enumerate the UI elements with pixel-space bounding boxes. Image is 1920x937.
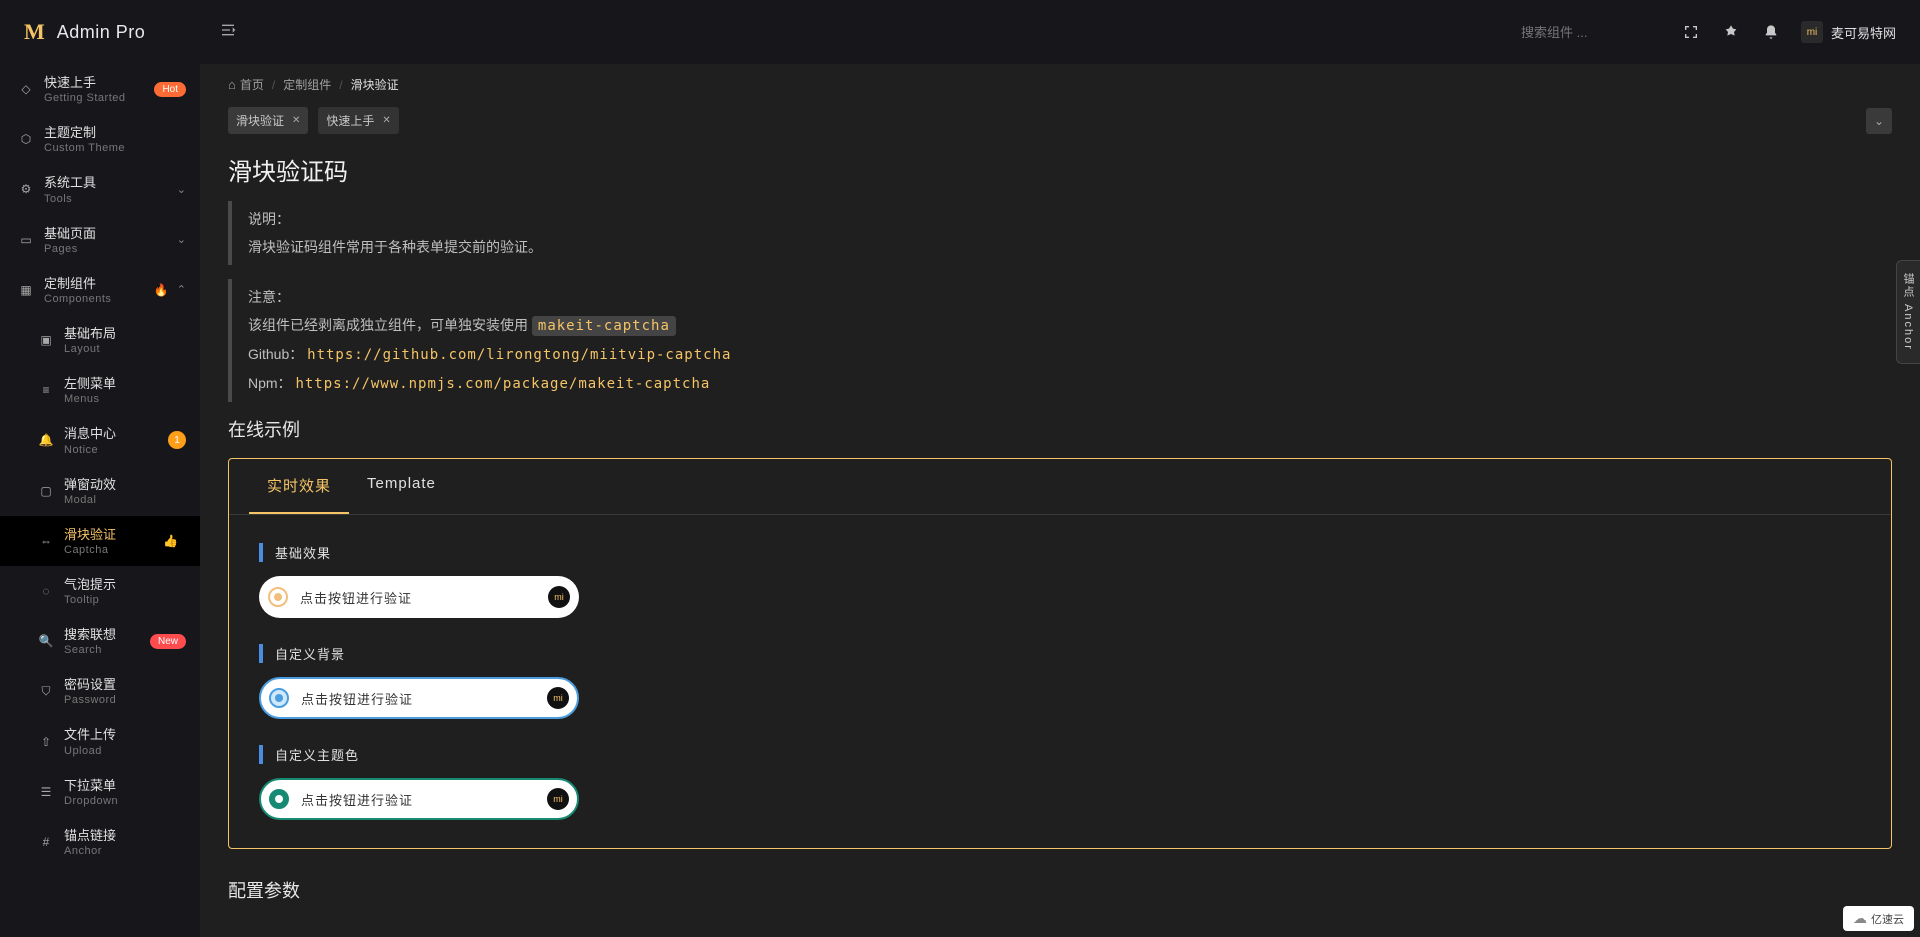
tab-expand-button[interactable]: ⌄ xyxy=(1866,108,1892,134)
sidebar-item-layout[interactable]: ▣ 基础布局 Layout xyxy=(0,315,200,365)
tab-template[interactable]: Template xyxy=(349,459,454,514)
radar-icon xyxy=(269,688,289,708)
rocket-icon: ◇ xyxy=(18,82,34,96)
sidebar-item-captcha[interactable]: ⇔ 滑块验证 Captcha 👍 xyxy=(0,516,200,566)
sidebar-item-search[interactable]: 🔍 搜索联想 Search New xyxy=(0,616,200,666)
tab-start[interactable]: 快速上手 ✕ xyxy=(318,107,398,134)
sidebar-item-notice[interactable]: 🔔 消息中心 Notice 1 xyxy=(0,415,200,465)
mi-logo-icon: mi xyxy=(548,586,570,608)
code-chip: makeit-captcha xyxy=(532,316,676,336)
demo-body: 基础效果 点击按钮进行验证 mi 自定义背景 点击按钮进行验证 mi 自定义主题… xyxy=(229,515,1891,848)
breadcrumb: ⌂ 首页 / 定制组件 / 滑块验证 xyxy=(200,64,1920,105)
main-content: ⌂ 首页 / 定制组件 / 滑块验证 滑块验证 ✕ 快速上手 ✕ ⌄ 滑块验证码… xyxy=(200,64,1920,937)
header: M Admin Pro mi 麦可易特网 xyxy=(0,0,1920,64)
radar-icon xyxy=(269,789,289,809)
tab-captcha[interactable]: 滑块验证 ✕ xyxy=(228,107,308,134)
brand-name: Admin Pro xyxy=(57,22,146,43)
npm-link[interactable]: https://www.npmjs.com/package/makeit-cap… xyxy=(295,376,710,392)
chevron-down-icon: ⌄ xyxy=(177,183,186,196)
list-icon: ≡ xyxy=(38,383,54,397)
home-icon: ⌂ xyxy=(228,77,236,92)
chevron-up-icon: ⌃ xyxy=(177,283,186,296)
logo-area[interactable]: M Admin Pro xyxy=(0,19,200,45)
upload-icon: ⇧ xyxy=(38,735,54,749)
tabline: 滑块验证 ✕ 快速上手 ✕ ⌄ xyxy=(200,105,1920,134)
sidebar-item-menus[interactable]: ≡ 左侧菜单 Menus xyxy=(0,365,200,415)
chevron-down-icon: ⌄ xyxy=(177,233,186,246)
thumb-up-icon: 👍 xyxy=(163,534,178,548)
mi-logo-icon: mi xyxy=(547,687,569,709)
slider-icon: ⇔ xyxy=(38,534,54,548)
breadcrumb-home[interactable]: 首页 xyxy=(240,76,264,93)
sub-bg: 自定义背景 xyxy=(259,644,1861,663)
sidebar-item-components[interactable]: ▦ 定制组件 Components 🔥 ⌃ xyxy=(0,265,200,315)
fire-icon: 🔥 xyxy=(154,283,169,297)
search-icon: 🔍 xyxy=(38,634,54,648)
sidebar-item-modal[interactable]: ▢ 弹窗动效 Modal xyxy=(0,466,200,516)
shield-icon: ⛉ xyxy=(38,684,54,699)
user-menu[interactable]: mi 麦可易特网 xyxy=(1801,21,1896,43)
logo-icon: M xyxy=(24,19,45,45)
sidebar-item-getting-started[interactable]: ◇ 快速上手 Getting Started Hot xyxy=(0,64,200,114)
avatar: mi xyxy=(1801,21,1823,43)
sidebar-item-password[interactable]: ⛉ 密码设置 Password xyxy=(0,666,200,716)
layout-icon: ▣ xyxy=(38,333,54,347)
page-icon: ▭ xyxy=(18,233,34,247)
description-block: 说明： 滑块验证码组件常用于各种表单提交前的验证。 xyxy=(228,201,1892,265)
theme-icon[interactable] xyxy=(1721,22,1741,42)
palette-icon: ⬡ xyxy=(18,132,34,146)
tab-live[interactable]: 实时效果 xyxy=(249,459,349,514)
window-icon: ▢ xyxy=(38,484,54,498)
search-input[interactable] xyxy=(1521,25,1661,40)
breadcrumb-components[interactable]: 定制组件 xyxy=(283,76,331,93)
sub-theme: 自定义主题色 xyxy=(259,745,1861,764)
section-online-demo: 在线示例 xyxy=(228,416,1892,442)
count-badge: 1 xyxy=(168,431,186,449)
section-config: 配置参数 xyxy=(228,877,1892,903)
note-block: 注意： 该组件已经剥离成独立组件，可单独安装使用 makeit-captcha … xyxy=(228,279,1892,402)
sub-basic: 基础效果 xyxy=(259,543,1861,562)
fullscreen-icon[interactable] xyxy=(1681,22,1701,42)
captcha-button-custom-bg[interactable]: 点击按钮进行验证 mi xyxy=(259,677,579,719)
hot-badge: Hot xyxy=(154,82,186,97)
dropdown-icon: ☰ xyxy=(38,785,54,799)
captcha-button-custom-theme[interactable]: 点击按钮进行验证 mi xyxy=(259,778,579,820)
notification-icon[interactable] xyxy=(1761,22,1781,42)
sidebar-item-anchor[interactable]: # 锚点链接 Anchor xyxy=(0,817,200,867)
user-name: 麦可易特网 xyxy=(1831,23,1896,42)
bell-icon: 🔔 xyxy=(38,433,54,447)
page-title: 滑块验证码 xyxy=(228,152,1892,187)
sidebar-item-tooltip[interactable]: ◌ 气泡提示 Tooltip xyxy=(0,566,200,616)
close-icon[interactable]: ✕ xyxy=(382,115,390,126)
watermark: ☁ 亿速云 xyxy=(1843,906,1914,931)
radar-icon xyxy=(268,587,288,607)
components-icon: ▦ xyxy=(18,283,34,297)
anchor-side-tab[interactable]: 锚点 Anchor xyxy=(1896,260,1920,364)
sidebar: ◇ 快速上手 Getting Started Hot ⬡ 主题定制 Custom… xyxy=(0,64,200,937)
close-icon[interactable]: ✕ xyxy=(292,115,300,126)
sidebar-collapse-button[interactable] xyxy=(220,22,236,43)
tooltip-icon: ◌ xyxy=(38,584,54,598)
demo-tabs: 实时效果 Template xyxy=(229,459,1891,515)
anchor-icon: # xyxy=(38,835,54,849)
new-badge: New xyxy=(150,634,186,649)
sidebar-item-pages[interactable]: ▭ 基础页面 Pages ⌄ xyxy=(0,215,200,265)
sidebar-item-tools[interactable]: ⚙ 系统工具 Tools ⌄ xyxy=(0,164,200,214)
sidebar-item-theme[interactable]: ⬡ 主题定制 Custom Theme xyxy=(0,114,200,164)
breadcrumb-current: 滑块验证 xyxy=(351,76,399,93)
tool-icon: ⚙ xyxy=(18,182,34,196)
mi-logo-icon: mi xyxy=(547,788,569,810)
github-link[interactable]: https://github.com/lirongtong/miitvip-ca… xyxy=(307,347,731,363)
sidebar-item-dropdown[interactable]: ☰ 下拉菜单 Dropdown xyxy=(0,767,200,817)
sidebar-item-upload[interactable]: ⇧ 文件上传 Upload xyxy=(0,716,200,766)
captcha-button-basic[interactable]: 点击按钮进行验证 mi xyxy=(259,576,579,618)
cloud-icon: ☁ xyxy=(1853,910,1867,927)
demo-card: 实时效果 Template 基础效果 点击按钮进行验证 mi 自定义背景 点击按… xyxy=(228,458,1892,849)
